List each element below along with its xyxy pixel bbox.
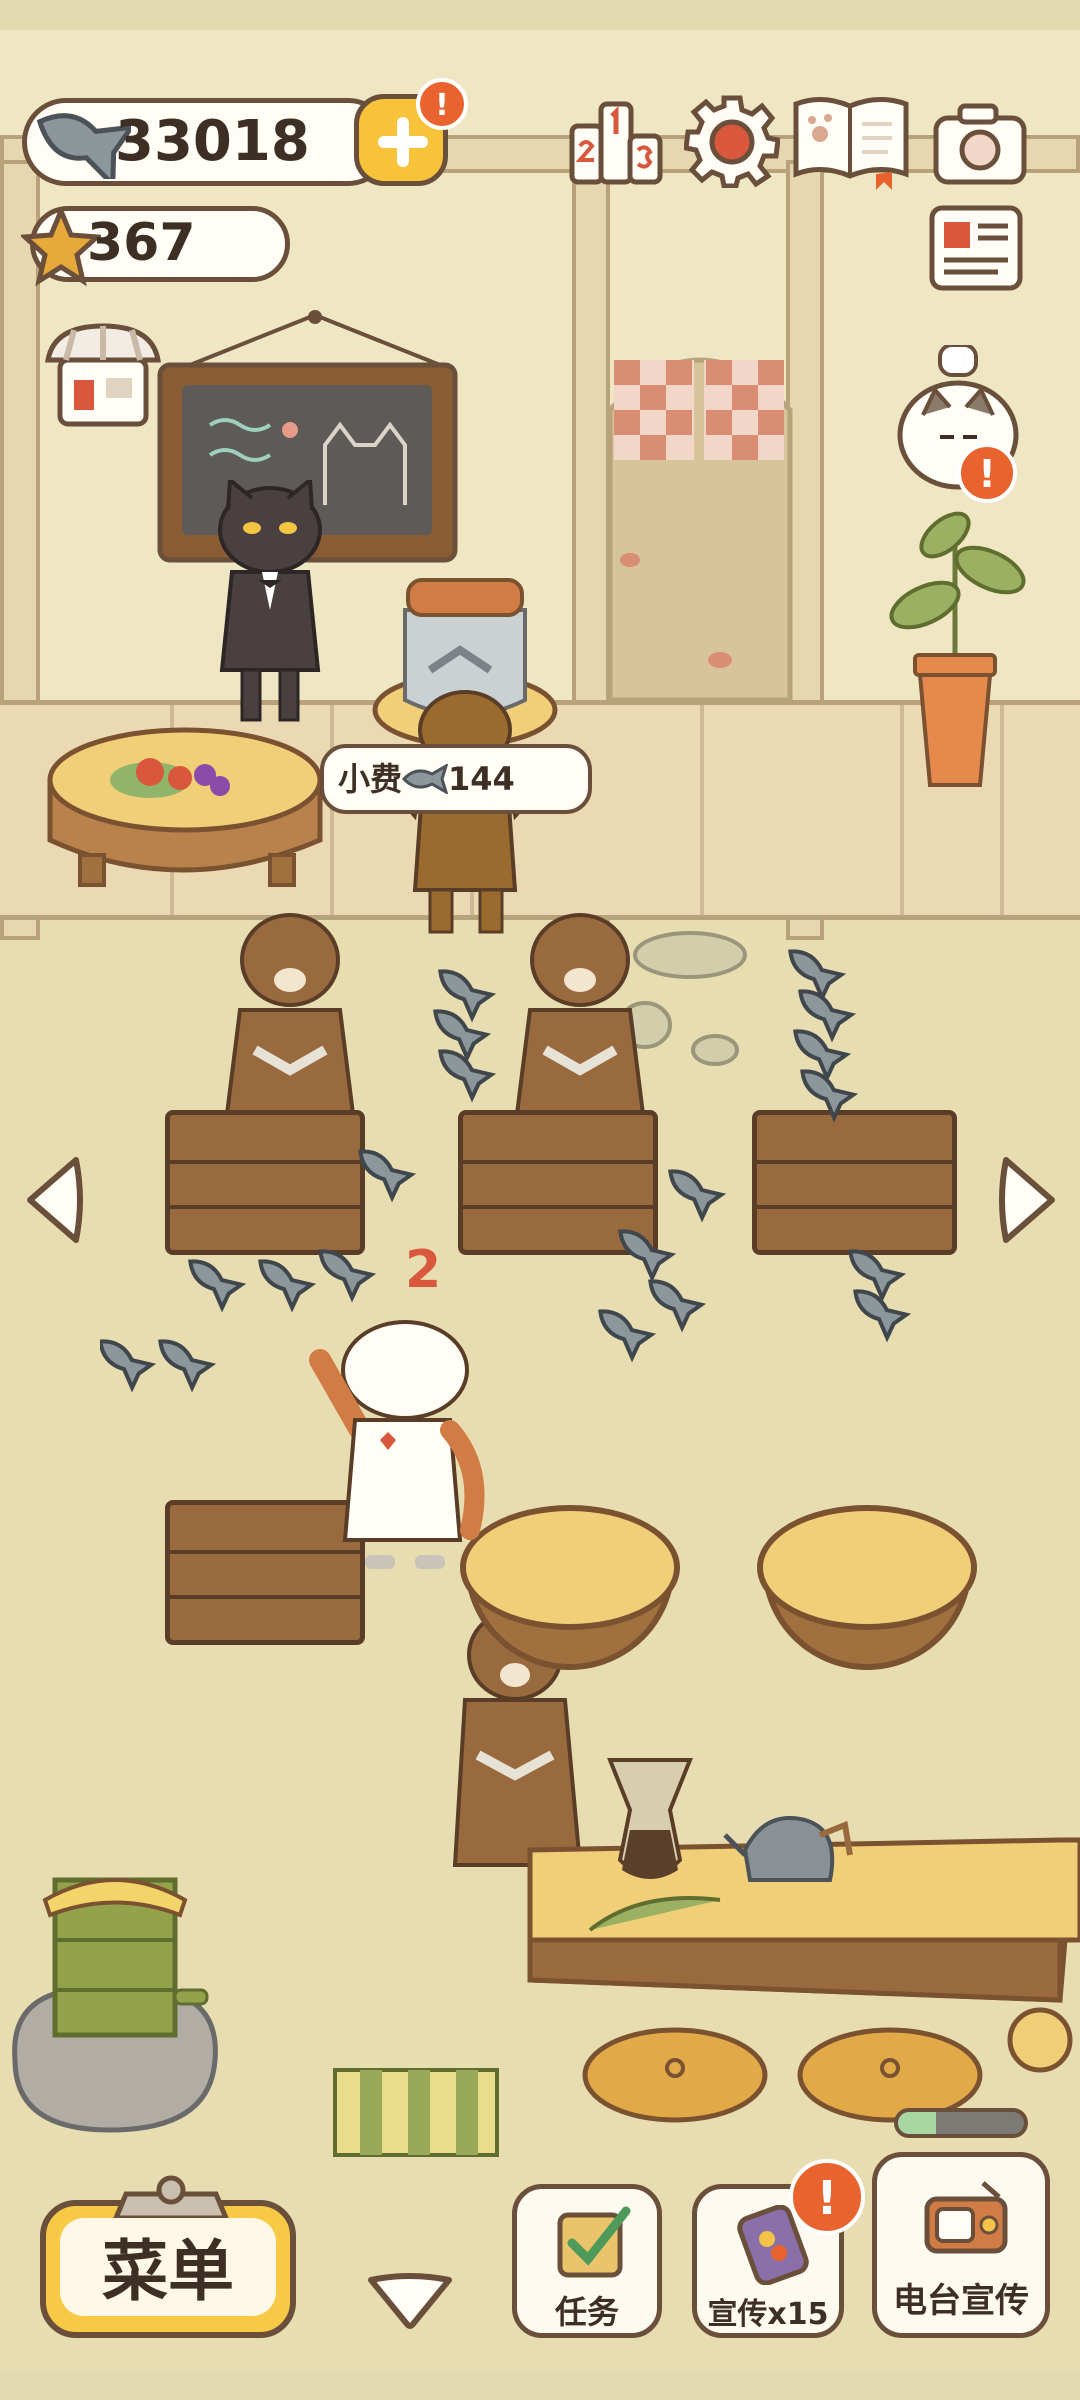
radio-icon <box>924 2181 1008 2254</box>
radio-promote-label: 电台宣传 <box>893 2281 1029 2321</box>
chef-alert-badge: ! <box>957 443 1017 503</box>
tasks-button[interactable]: 任务 <box>512 2184 662 2338</box>
coffee-counter[interactable] <box>520 1740 1080 2140</box>
bamboo-container <box>12 1877 218 2133</box>
order-number: 2 <box>405 1240 442 1300</box>
promote-label: 宣传x15 <box>707 2297 829 2332</box>
star-count: 367 <box>87 213 196 273</box>
bottom-band <box>0 2370 1080 2400</box>
menu-button[interactable]: 菜单 <box>40 2175 296 2338</box>
berry-table <box>47 727 323 887</box>
potted-plant <box>889 511 1026 787</box>
customer-cat <box>397 690 533 934</box>
ranking-icon[interactable] <box>568 94 664 190</box>
star-counter[interactable]: 367 <box>21 206 290 287</box>
chevron-down-icon[interactable] <box>365 2272 455 2330</box>
shop-icon[interactable] <box>44 320 162 430</box>
fish-count: 33018 <box>115 109 310 174</box>
checklist-icon <box>557 2206 631 2278</box>
arrow-left-icon[interactable] <box>20 1152 88 1248</box>
promote-button[interactable]: 宣传x15 ! <box>692 2159 865 2338</box>
tip-label: 小费 <box>338 760 403 798</box>
menu-label: 菜单 <box>60 2218 276 2316</box>
journal-icon[interactable] <box>792 90 910 190</box>
promote-alert-badge: ! <box>789 2159 865 2235</box>
waiter-cat <box>218 480 322 722</box>
newspaper-icon[interactable] <box>928 200 1024 296</box>
clip-icon <box>112 2175 230 2220</box>
tip-amount: 144 <box>448 760 515 798</box>
plank-line <box>700 705 704 915</box>
add-fish-alert-badge: ! <box>416 78 468 130</box>
top-band <box>0 0 1080 30</box>
tip-bubble[interactable]: 小费 144 <box>320 744 592 814</box>
fish-counter[interactable]: 33018 <box>22 98 392 186</box>
radio-progress-bar <box>894 2108 1028 2138</box>
chef-cat-button[interactable]: ! <box>895 343 1021 503</box>
radio-promote-button[interactable]: 电台宣传 <box>872 2152 1050 2338</box>
doorway <box>607 357 793 703</box>
player-cat[interactable] <box>300 1320 500 1570</box>
bamboo-mat <box>333 2068 499 2157</box>
arrow-right-icon[interactable] <box>994 1152 1062 1248</box>
tasks-label: 任务 <box>554 2293 619 2331</box>
camera-icon[interactable] <box>932 96 1028 192</box>
fish-icon <box>401 762 449 796</box>
gear-icon[interactable] <box>684 92 780 188</box>
stump-table[interactable] <box>757 1505 977 1630</box>
fish-piles <box>100 938 909 1390</box>
radio-progress-fill <box>898 2112 936 2134</box>
